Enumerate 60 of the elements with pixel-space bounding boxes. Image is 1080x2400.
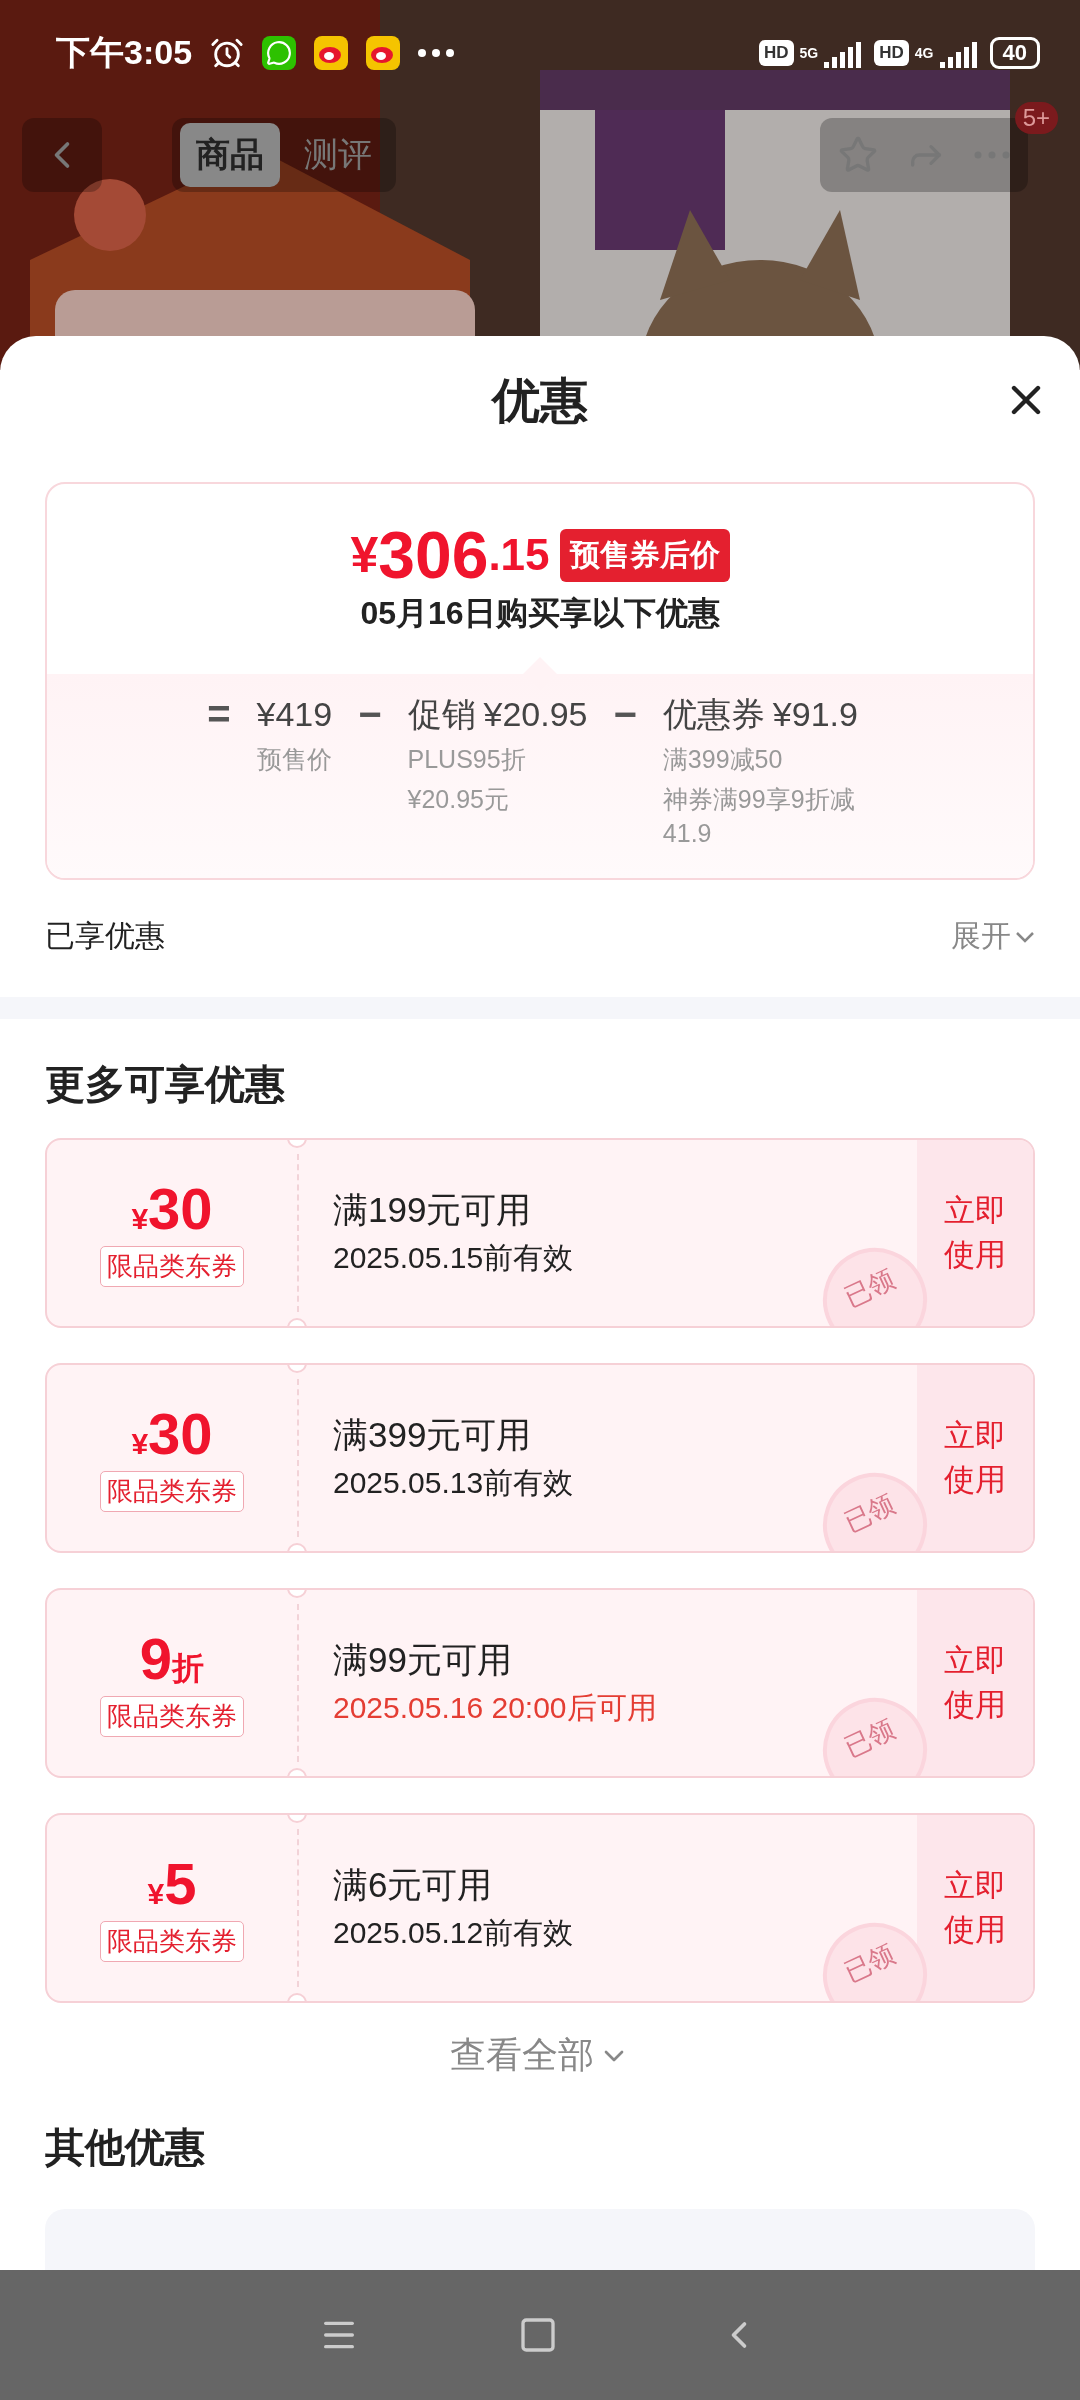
coupon-validity: 2025.05.16 20:00后可用 <box>333 1690 658 1726</box>
coupon-condition: 满199元可用 <box>333 1189 533 1231</box>
battery-level: 40 <box>989 36 1040 69</box>
page-tab[interactable]: 商品 <box>180 123 280 187</box>
use-now-button[interactable]: 立即使用 <box>917 1140 1033 1326</box>
operator-sign: − <box>613 692 637 736</box>
breakdown-note: ¥20.95元 <box>407 784 510 815</box>
coupon-currency: ¥ <box>131 1428 149 1459</box>
breakdown-amount: ¥20.95 <box>483 694 588 735</box>
coupon-unit: 折 <box>172 1651 205 1684</box>
coupon-validity: 2025.05.13前有效 <box>333 1465 575 1501</box>
enjoyed-label: 已享优惠 <box>45 918 165 954</box>
coupon-value: 5 <box>164 1854 197 1913</box>
more-notifications-icon <box>418 48 455 57</box>
coupon-validity: 2025.05.12前有效 <box>333 1915 575 1951</box>
network-type: 5G <box>799 45 819 60</box>
hd-label: HD <box>874 39 909 66</box>
more-icon <box>974 151 1010 159</box>
coupon-condition: 满6元可用 <box>333 1864 494 1906</box>
coupon-currency: ¥ <box>131 1203 149 1234</box>
coupon-value: 30 <box>148 1404 213 1463</box>
breakdown-amount: ¥419 <box>256 694 333 735</box>
home-icon[interactable] <box>518 2315 558 2355</box>
status-time: 下午3:05 <box>56 31 193 73</box>
coupon-validity: 2025.05.15前有效 <box>333 1240 575 1276</box>
section-title: 更多可享优惠 <box>44 1061 286 1108</box>
hd-label: HD <box>759 39 794 66</box>
price-decimals: .15 <box>488 533 550 577</box>
coupon-value: 30 <box>148 1179 213 1238</box>
coupon-tag: 限品类东券 <box>100 1470 244 1512</box>
chat-app-icon <box>262 35 297 70</box>
coupon-tag: 限品类东券 <box>100 1245 244 1287</box>
breakdown-note: 满399减50 <box>662 744 784 775</box>
section-title: 其他优惠 <box>44 2124 206 2171</box>
currency-symbol: ¥ <box>350 530 379 580</box>
price-badge: 预售券后价 <box>559 528 730 582</box>
breakdown-title: 促销 <box>407 694 476 735</box>
operator-sign: = <box>207 692 231 736</box>
coupon-condition: 满99元可用 <box>333 1639 513 1681</box>
breakdown-note: 预售价 <box>256 744 333 775</box>
expand-button[interactable]: 展开 <box>951 916 1035 957</box>
breakdown-note: PLUS95折 <box>407 744 527 775</box>
chevron-down-icon <box>1015 930 1035 943</box>
breakdown-note: 神券满99享9折减41.9 <box>662 784 856 849</box>
coupon-tag: 限品类东券 <box>100 1695 244 1737</box>
sheet-title: 优惠 <box>492 373 588 429</box>
operator-sign: − <box>358 692 382 736</box>
breakdown-amount: ¥91.9 <box>772 694 858 735</box>
network-type: 4G <box>914 45 934 60</box>
coupon-currency: ¥ <box>147 1878 165 1909</box>
price-subtitle: 05月16日购买享以下优惠 <box>360 594 720 633</box>
view-all-button[interactable]: 查看全部 <box>450 2031 630 2080</box>
use-now-button[interactable]: 立即使用 <box>917 1365 1033 1551</box>
final-price: 306 <box>378 522 489 588</box>
page-tab[interactable]: 测评 <box>288 123 388 187</box>
use-now-button[interactable]: 立即使用 <box>917 1815 1033 2001</box>
breakdown-title: 优惠券 <box>662 694 765 735</box>
coupon-tag: 限品类东券 <box>100 1920 244 1962</box>
coupon-condition: 满399元可用 <box>333 1414 533 1456</box>
use-now-button[interactable]: 立即使用 <box>917 1590 1033 1776</box>
